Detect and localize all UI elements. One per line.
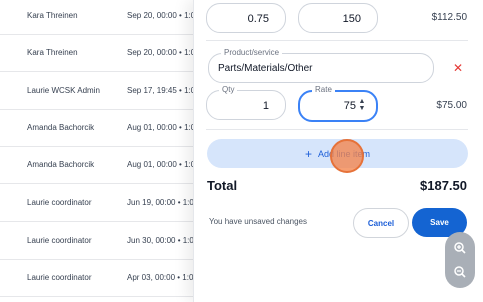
rate-value: 75 (343, 100, 356, 112)
total-value: $187.50 (420, 178, 467, 193)
qty-value: 0.75 (247, 13, 269, 25)
rate-input[interactable]: Rate 75 ▲ ▼ (298, 85, 378, 122)
close-icon[interactable]: ✕ (453, 61, 463, 75)
list-item-date: Jun 19, 00:00 • 1:0 (127, 198, 194, 207)
cancel-button[interactable]: Cancel (353, 208, 409, 238)
list-item-date: Sep 20, 00:00 • 1:0 (127, 48, 196, 57)
list-item[interactable]: Kara Threinen Sep 20, 00:00 • 1:0 (0, 34, 205, 72)
list-item-name: Laurie coordinator (27, 273, 92, 282)
zoom-in-icon[interactable] (445, 236, 475, 260)
list-item-name: Amanda Bachorcik (27, 123, 95, 132)
zoom-controls (445, 232, 475, 288)
list-item-date: Sep 17, 19:45 • 1:0 (127, 86, 196, 95)
list-item[interactable]: Laurie coordinator Jun 30, 00:00 • 1:0 (0, 222, 205, 260)
history-list: Kara Threinen Sep 20, 00:00 • 1:0 Kara T… (0, 0, 205, 302)
qty-label: Qty (219, 85, 238, 94)
qty-input[interactable]: 0.75 (206, 3, 286, 33)
list-item[interactable]: Laurie WCSK Admin Sep 17, 19:45 • 1:0 (0, 72, 205, 110)
product-service-label: Product/service (221, 48, 283, 57)
list-item-date: Apr 03, 00:00 • 1:0 (127, 273, 194, 282)
list-item-date: Aug 01, 00:00 • 1:0 (127, 123, 196, 132)
rate-input[interactable]: 150 (298, 3, 378, 33)
plus-icon: + (304, 146, 312, 161)
divider (206, 40, 468, 41)
list-item-name: Laurie coordinator (27, 236, 92, 245)
list-item-name: Kara Threinen (27, 11, 78, 20)
list-item[interactable]: Amanda Bachorcik Aug 01, 00:00 • 1:0 (0, 109, 205, 147)
qty-value: 1 (262, 100, 269, 112)
list-item-date: Sep 20, 00:00 • 1:0 (127, 11, 196, 20)
line-amount: $112.50 (431, 12, 467, 23)
unsaved-changes-text: You have unsaved changes (209, 217, 308, 226)
rate-label: Rate (312, 85, 335, 94)
list-item[interactable]: Kara Threinen Sep 20, 00:00 • 1:0 (0, 0, 205, 35)
list-item[interactable]: Laurie coordinator Apr 03, 00:00 • 1:0 (0, 259, 205, 297)
product-service-select[interactable]: Product/service Parts/Materials/Other (208, 48, 434, 83)
total-label: Total (207, 178, 238, 193)
stepper-icon[interactable]: ▲ ▼ (358, 98, 366, 112)
divider (206, 129, 468, 130)
cursor-indicator (330, 139, 364, 173)
list-item[interactable]: Laurie coordinator Jun 19, 00:00 • 1:0 (0, 184, 205, 222)
line-amount: $75.00 (436, 100, 467, 111)
list-item-date: Aug 01, 00:00 • 1:0 (127, 160, 196, 169)
list-item-name: Laurie coordinator (27, 198, 92, 207)
qty-input[interactable]: Qty 1 (206, 85, 286, 120)
list-item[interactable]: Amanda Bachorcik Aug 01, 00:00 • 1:0 (0, 146, 205, 184)
list-item-name: Amanda Bachorcik (27, 160, 95, 169)
rate-value: 150 (342, 13, 361, 25)
list-item-date: Jun 30, 00:00 • 1:0 (127, 236, 194, 245)
product-service-value: Parts/Materials/Other (218, 63, 313, 74)
list-item-name: Kara Threinen (27, 48, 78, 57)
list-item-name: Laurie WCSK Admin (27, 86, 100, 95)
zoom-out-icon[interactable] (445, 260, 475, 284)
